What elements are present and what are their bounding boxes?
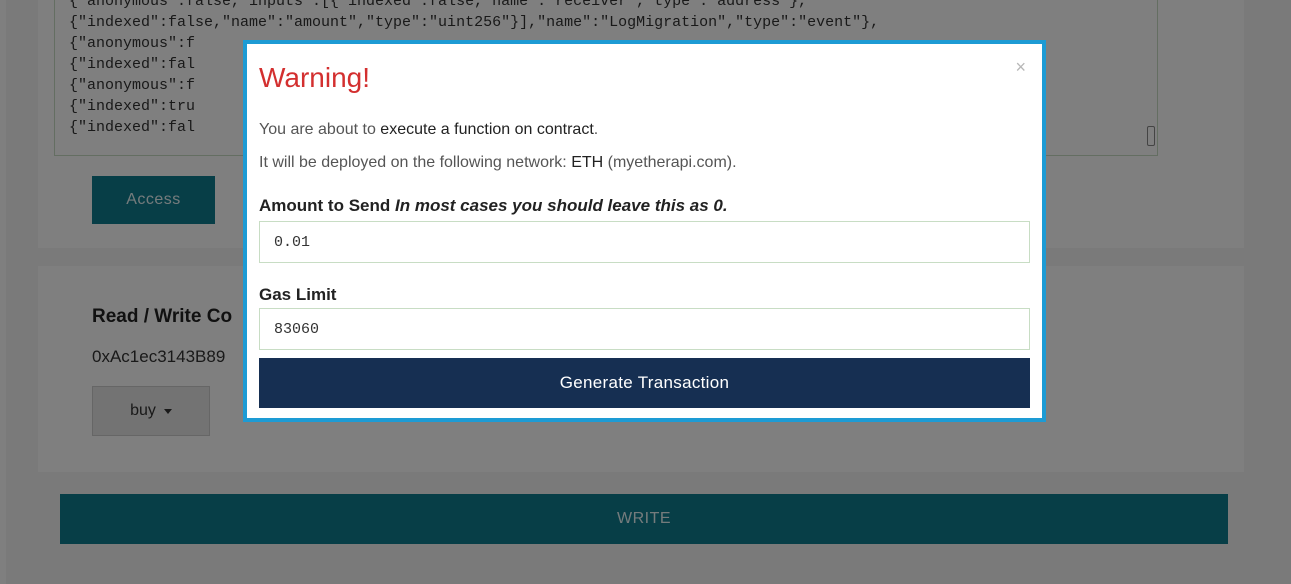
amount-label-text: Amount to Send (259, 196, 391, 215)
action-description: You are about to execute a function on c… (259, 121, 598, 139)
gas-limit-label: Gas Limit (259, 285, 337, 304)
modal-title: Warning! (259, 62, 371, 93)
network-description: It will be deployed on the following net… (259, 154, 737, 172)
close-icon[interactable]: × (1015, 58, 1026, 76)
line2-suffix: (myetherapi.com). (603, 154, 737, 171)
line1-prefix: You are about to (259, 121, 381, 138)
line1-suffix: . (593, 121, 599, 138)
line2-prefix: It will be deployed on the following net… (259, 154, 572, 171)
generate-transaction-button[interactable]: Generate Transaction (259, 358, 1030, 408)
network-name: ETH (571, 154, 604, 171)
gas-limit-input[interactable]: 83060 (259, 308, 1030, 350)
line1-action: execute a function on contract (380, 121, 594, 138)
amount-input[interactable]: 0.01 (259, 221, 1030, 263)
warning-modal: × Warning! You are about to execute a fu… (243, 40, 1046, 422)
amount-label: Amount to Send In most cases you should … (259, 196, 728, 216)
amount-hint: In most cases you should leave this as 0… (395, 196, 728, 215)
